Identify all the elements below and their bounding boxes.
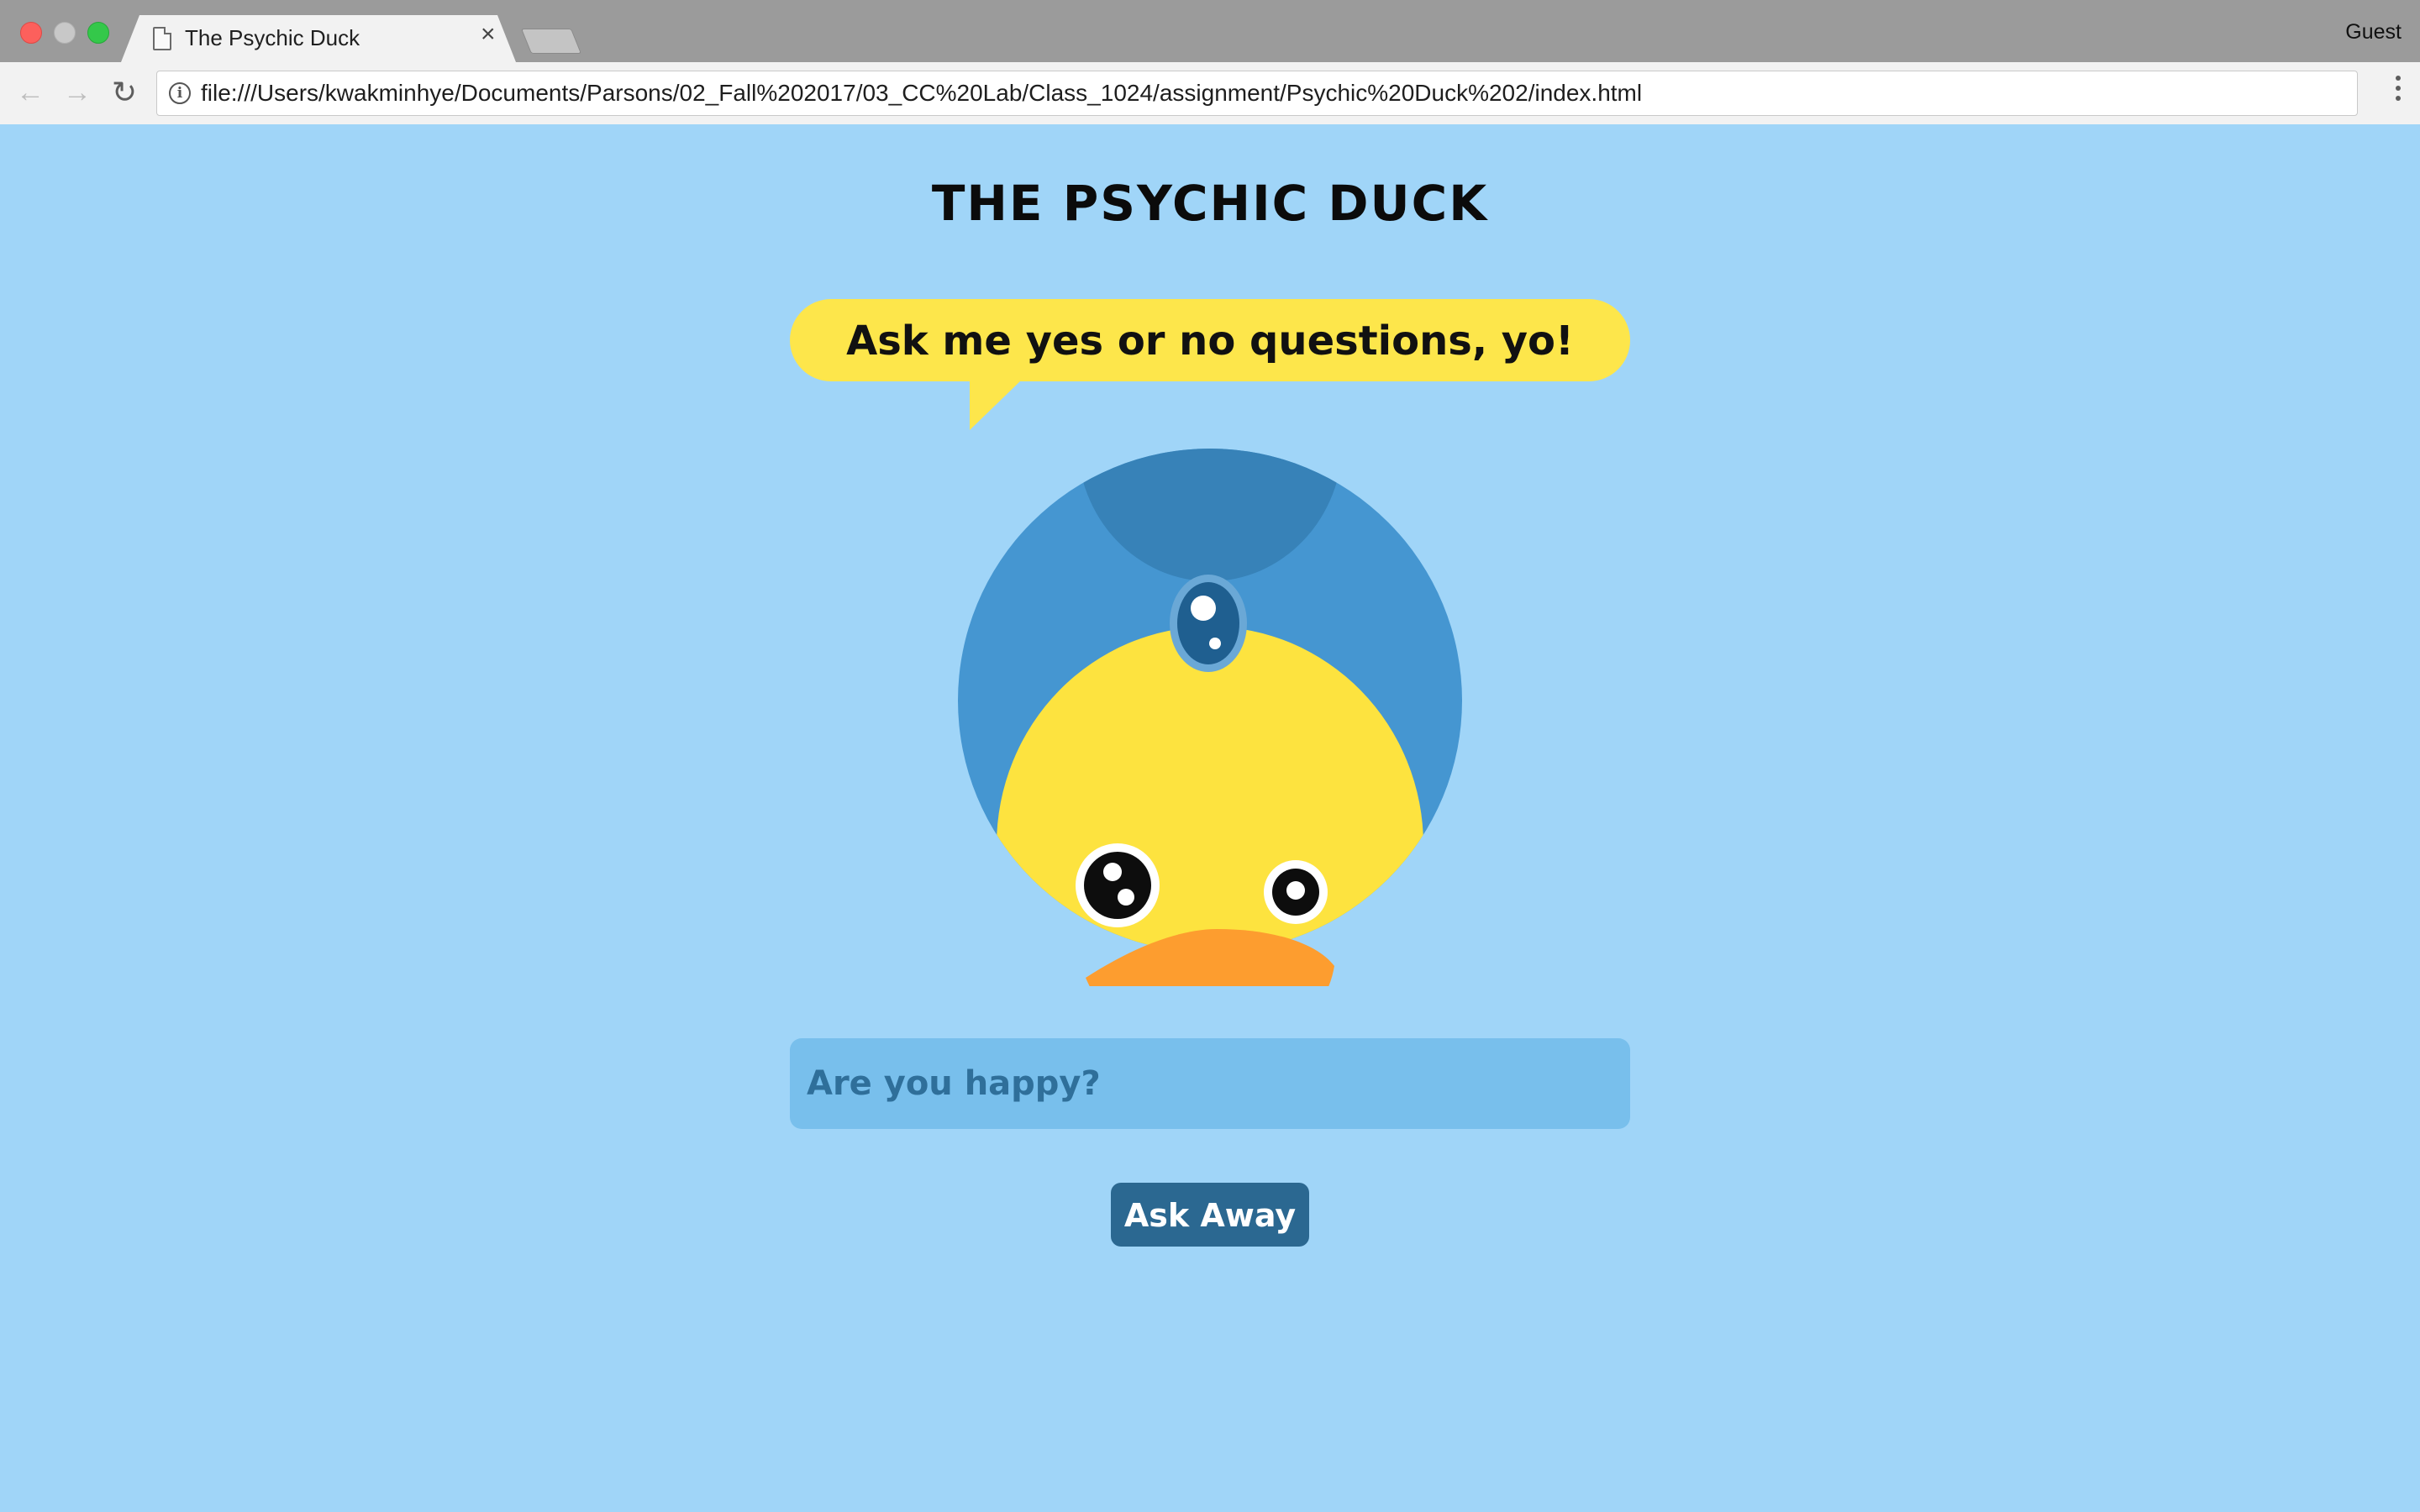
info-icon[interactable]: i — [169, 82, 191, 104]
tab-title: The Psychic Duck — [185, 25, 360, 50]
psychic-duck-illustration — [958, 449, 1462, 986]
ask-away-button[interactable]: Ask Away — [1111, 1183, 1309, 1247]
browser-tab[interactable]: The Psychic Duck × — [121, 15, 516, 62]
tab-close-icon[interactable]: × — [481, 22, 496, 47]
page-title: THE PSYCHIC DUCK — [931, 175, 1489, 232]
speech-bubble: Ask me yes or no questions, yo! — [790, 299, 1630, 381]
new-tab-button[interactable] — [520, 29, 582, 54]
forward-arrow-icon[interactable]: → — [60, 76, 94, 109]
question-input[interactable] — [790, 1038, 1630, 1129]
browser-tab-bar: The Psychic Duck × Guest — [0, 0, 2420, 62]
address-bar[interactable]: i file:///Users/kwakminhye/Documents/Par… — [156, 71, 2358, 116]
profile-label[interactable]: Guest — [2345, 20, 2402, 45]
speech-bubble-tail — [970, 380, 1022, 430]
duck-beak — [1086, 929, 1334, 986]
left-eye — [1076, 843, 1160, 927]
reload-icon[interactable]: ↻ — [108, 76, 141, 109]
menu-dots-icon[interactable] — [2393, 76, 2403, 109]
speech-bubble-text: Ask me yes or no questions, yo! — [846, 318, 1574, 365]
page-icon — [153, 27, 171, 50]
back-arrow-icon[interactable]: ← — [13, 76, 47, 109]
page-viewport: THE PSYCHIC DUCK Ask me yes or no questi… — [0, 124, 2420, 1512]
window-close-button[interactable] — [20, 22, 42, 44]
browser-toolbar: ← → ↻ i file:///Users/kwakminhye/Documen… — [0, 62, 2420, 125]
jewel-icon — [1170, 575, 1247, 672]
right-eye — [1264, 860, 1328, 924]
window-maximize-button[interactable] — [87, 22, 109, 44]
window-minimize-button[interactable] — [54, 22, 76, 44]
url-text[interactable]: file:///Users/kwakminhye/Documents/Parso… — [201, 80, 1642, 107]
